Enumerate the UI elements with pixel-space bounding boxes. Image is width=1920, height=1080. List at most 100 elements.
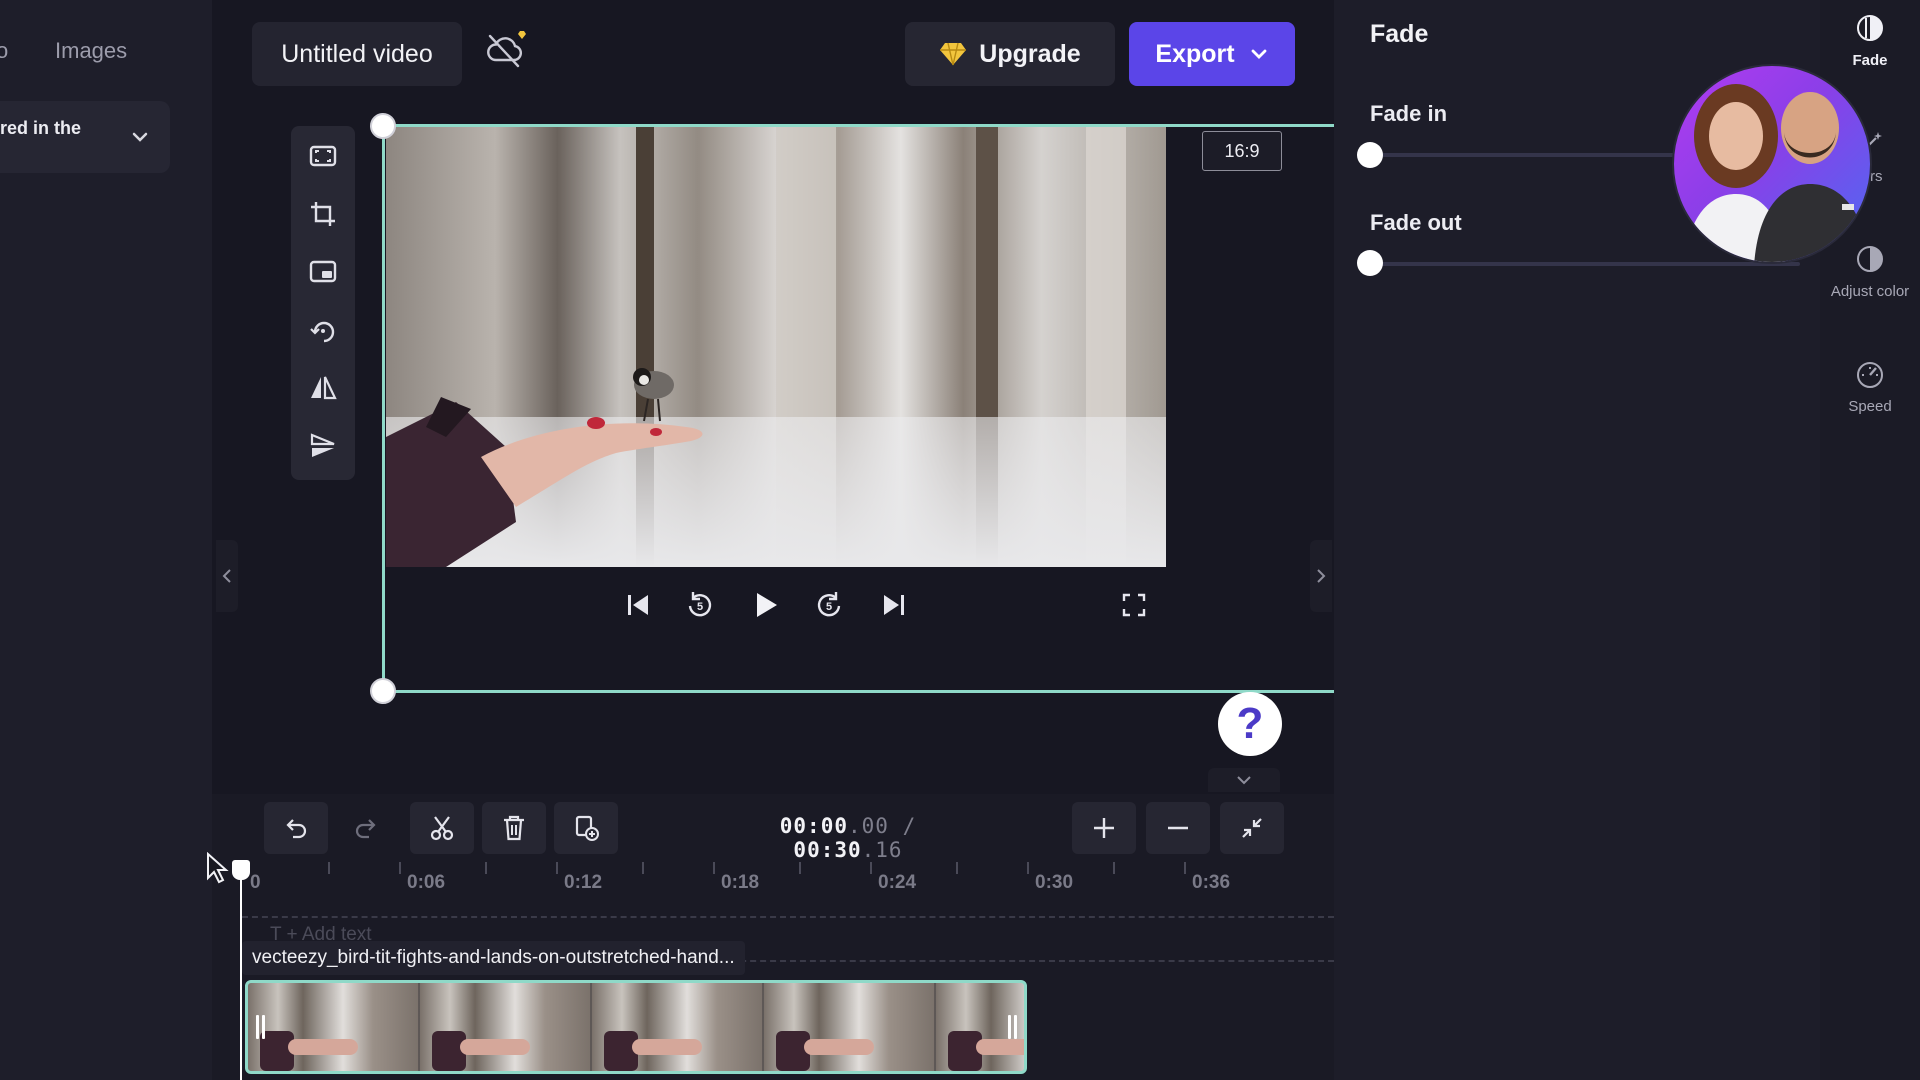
selection-border-bottom: [382, 690, 1334, 693]
video-clip[interactable]: [245, 980, 1027, 1074]
current-time: 00:00: [779, 814, 848, 838]
rail-item-label: Adjust color: [1830, 283, 1910, 300]
flip-horizontal-icon[interactable]: [305, 370, 341, 406]
ruler-tick: [399, 862, 401, 874]
selection-border-left: [382, 124, 385, 692]
tab-images[interactable]: Images: [55, 38, 127, 64]
mouse-cursor-icon: [206, 852, 230, 884]
ruler-tick: [556, 862, 558, 874]
ruler-label: 0:18: [721, 872, 760, 893]
timeline: 00:00.00 / 00:30.16 0 0:06 0:12 0:18 0:2…: [212, 794, 1334, 1080]
ruler-tick: [1113, 862, 1115, 874]
tab-partial[interactable]: o: [0, 38, 8, 64]
trash-icon[interactable]: [482, 802, 546, 854]
fullscreen-icon[interactable]: [1116, 587, 1152, 623]
svg-text:5: 5: [697, 601, 703, 613]
svg-text:5: 5: [826, 601, 832, 613]
ruler-tick: [1027, 862, 1029, 874]
fade-in-slider-thumb[interactable]: [1357, 142, 1383, 168]
adjust-color-icon: [1854, 243, 1886, 275]
skip-to-start-icon[interactable]: [620, 587, 656, 623]
ruler-tick: [642, 862, 644, 874]
cloud-off-icon[interactable]: [482, 26, 528, 72]
time-display: 00:00.00 / 00:30.16: [728, 814, 968, 862]
track-divider: [242, 916, 1334, 918]
collapse-timeline-button[interactable]: [1208, 768, 1280, 792]
chevron-down-icon[interactable]: [130, 127, 150, 147]
fade-icon: [1854, 12, 1886, 44]
rail-item-adjust-color[interactable]: Adjust color: [1820, 243, 1920, 300]
timeline-ruler[interactable]: 0 0:06 0:12 0:18 0:24 0:30 0:36: [242, 862, 1334, 893]
ruler-label: 0:06: [407, 872, 446, 893]
rotate-icon[interactable]: [305, 312, 341, 348]
rail-item-fade[interactable]: Fade: [1820, 12, 1920, 69]
presenter-webcam: [1672, 64, 1872, 264]
ruler-tick: [799, 862, 801, 874]
ruler-label: 0:12: [564, 872, 603, 893]
chevron-down-icon: [1237, 776, 1251, 785]
zoom-in-icon[interactable]: [1072, 802, 1136, 854]
ruler-tick: [870, 862, 872, 874]
ruler-tick: [485, 862, 487, 874]
help-button[interactable]: ?: [1218, 692, 1282, 756]
forward-5-icon[interactable]: 5: [811, 587, 847, 623]
upgrade-button[interactable]: Upgrade: [905, 22, 1115, 86]
aspect-ratio-button[interactable]: 16:9: [1202, 131, 1282, 171]
flip-vertical-icon[interactable]: [305, 428, 341, 464]
redo-icon[interactable]: [334, 802, 398, 854]
preview-tools: [291, 126, 355, 480]
rail-item-label: Speed: [1848, 398, 1892, 415]
total-time: 00:30: [793, 838, 862, 862]
resize-handle-bottom-left[interactable]: [370, 678, 396, 704]
undo-icon[interactable]: [264, 802, 328, 854]
rail-item-speed[interactable]: Speed: [1820, 358, 1920, 415]
clip-thumbnail: [248, 983, 420, 1071]
clip-name: vecteezy_bird-tit-fights-and-lands-on-ou…: [242, 941, 745, 975]
ruler-tick: [956, 862, 958, 874]
chevron-left-icon: [222, 569, 231, 583]
fit-icon[interactable]: [305, 138, 341, 174]
crop-icon[interactable]: [305, 196, 341, 232]
fade-in-label: Fade in: [1370, 101, 1448, 126]
collapse-right-button[interactable]: [1310, 540, 1332, 612]
ruler-label: 0:36: [1192, 872, 1231, 893]
rewind-5-icon[interactable]: 5: [682, 587, 718, 623]
export-label: Export: [1155, 39, 1235, 68]
trim-handle-right[interactable]: [1006, 1015, 1018, 1039]
playhead-handle[interactable]: [232, 860, 250, 880]
duplicate-icon[interactable]: [554, 802, 618, 854]
fade-out-slider-thumb[interactable]: [1357, 250, 1383, 276]
chevron-right-icon: [1317, 569, 1326, 583]
category-card-label: red in the: [0, 118, 82, 138]
fade-out-slider[interactable]: [1370, 262, 1800, 266]
total-time-frames: .16: [861, 838, 903, 862]
panel-title: Fade: [1370, 20, 1429, 48]
picture-in-picture-icon[interactable]: [305, 254, 341, 290]
upgrade-label: Upgrade: [979, 39, 1081, 68]
skip-to-end-icon[interactable]: [876, 587, 912, 623]
trim-handle-left[interactable]: [254, 1015, 266, 1039]
playhead[interactable]: [240, 870, 242, 1080]
video-preview[interactable]: [386, 127, 1166, 567]
export-button[interactable]: Export: [1129, 22, 1295, 86]
editor-main: Untitled video Upgrade Export 16:9 5 5 ?: [212, 0, 1334, 794]
category-card[interactable]: red in the: [0, 101, 170, 173]
fade-out-label: Fade out: [1370, 210, 1462, 235]
collapse-left-button[interactable]: [216, 540, 238, 612]
play-icon[interactable]: [747, 587, 783, 623]
ruler-tick: [1184, 862, 1186, 874]
current-time-frames: .00: [847, 814, 889, 838]
clip-thumbnail: [592, 983, 764, 1071]
resize-handle-top-left[interactable]: [370, 113, 396, 139]
hand-with-bird: [386, 368, 703, 567]
chevron-down-icon: [1249, 44, 1269, 64]
scissors-icon[interactable]: [410, 802, 474, 854]
project-title[interactable]: Untitled video: [252, 22, 462, 86]
time-separator: /: [902, 814, 917, 838]
clip-thumbnail: [420, 983, 592, 1071]
zoom-out-icon[interactable]: [1146, 802, 1210, 854]
ruler-label: 0: [250, 872, 261, 893]
ruler-label: 0:24: [878, 872, 917, 893]
speed-icon: [1854, 358, 1886, 390]
fit-timeline-icon[interactable]: [1220, 802, 1284, 854]
